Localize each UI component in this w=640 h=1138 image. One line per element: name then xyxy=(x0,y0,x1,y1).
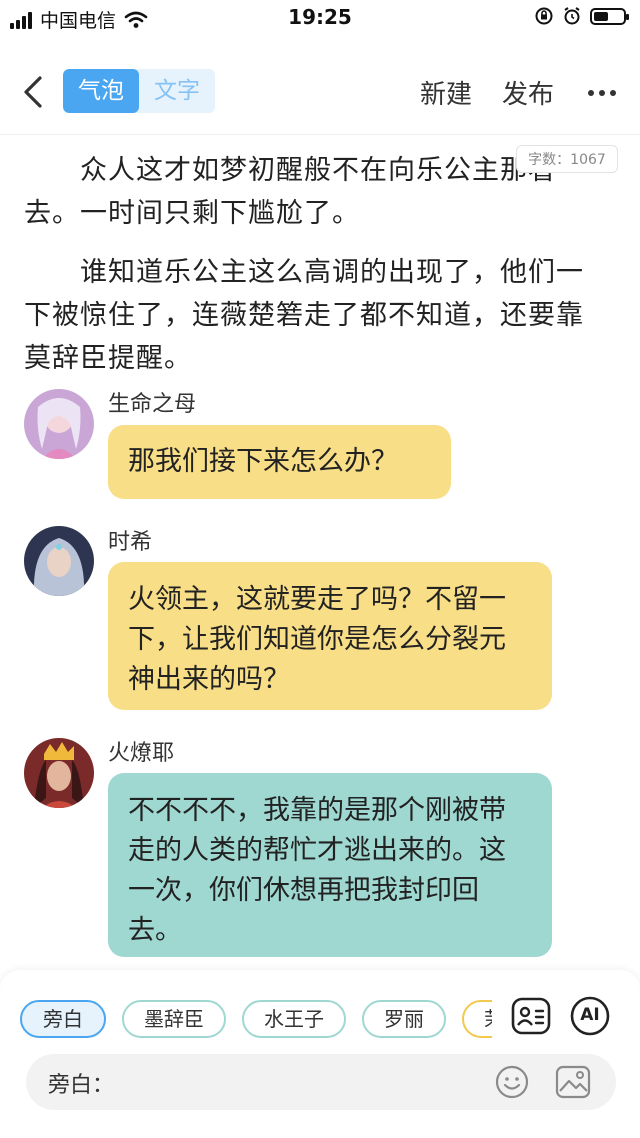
new-button[interactable]: 新建 xyxy=(420,74,472,111)
tab-text[interactable]: 文字 xyxy=(139,69,215,113)
character-chip-narrator[interactable]: 旁白 xyxy=(20,1000,106,1038)
orientation-lock-icon xyxy=(535,7,553,25)
word-count-badge: 字数：1067 xyxy=(516,145,618,173)
chat-bubble[interactable]: 那我们接下来怎么办？ xyxy=(108,425,451,499)
character-card-icon[interactable] xyxy=(509,994,553,1038)
tab-bubble[interactable]: 气泡 xyxy=(63,69,139,113)
avatar[interactable] xyxy=(24,389,94,459)
alarm-icon xyxy=(564,7,580,25)
image-icon[interactable] xyxy=(554,1064,592,1100)
story-paragraph[interactable]: 众人这才如梦初醒般不在向乐公主那看去。一时间只剩下尴尬了。 xyxy=(24,149,600,235)
input-speaker-label: 旁白： xyxy=(48,1073,115,1098)
story-paragraph[interactable]: 谁知道乐公主这么高调的出现了，他们一下被惊住了，连薇楚箬走了都不知道，还要靠莫辞… xyxy=(24,251,600,380)
speaker-name: 时希 xyxy=(108,530,153,555)
character-chip[interactable]: 茉莉 xyxy=(462,1000,492,1038)
chat-bubble[interactable]: 不不不不，我靠的是那个刚被带走的人类的帮忙才逃出来的。这一次，你们休想再把我封印… xyxy=(108,773,552,957)
speaker-name: 火燎耶 xyxy=(108,741,175,766)
speaker-name: 生命之母 xyxy=(108,392,197,417)
battery-icon xyxy=(590,7,629,25)
character-chip[interactable]: 水王子 xyxy=(242,1000,346,1038)
message-input[interactable]: 旁白： xyxy=(26,1054,616,1110)
avatar[interactable] xyxy=(24,526,94,596)
ai-icon[interactable]: AI xyxy=(568,994,612,1038)
emoji-icon[interactable] xyxy=(494,1064,530,1100)
status-right xyxy=(534,6,629,26)
mode-toggle: 气泡 文字 xyxy=(63,69,215,113)
chat-bubble[interactable]: 火领主，这就要走了吗？不留一下，让我们知道你是怎么分裂元神出来的吗？ xyxy=(108,562,552,710)
status-bar: 中国电信 19:25 xyxy=(0,0,640,36)
nav-bar: 气泡 文字 新建 发布 xyxy=(0,60,640,124)
avatar[interactable] xyxy=(24,738,94,808)
ai-label: AI xyxy=(580,1005,600,1025)
publish-button[interactable]: 发布 xyxy=(502,74,554,111)
character-chip[interactable]: 墨辞臣 xyxy=(122,1000,226,1038)
more-icon[interactable] xyxy=(588,90,616,96)
character-selector: 旁白墨辞臣水王子罗丽茉莉 xyxy=(20,1000,492,1038)
nav-divider xyxy=(0,134,640,135)
character-chip[interactable]: 罗丽 xyxy=(362,1000,446,1038)
back-arrow-icon[interactable] xyxy=(18,72,50,112)
